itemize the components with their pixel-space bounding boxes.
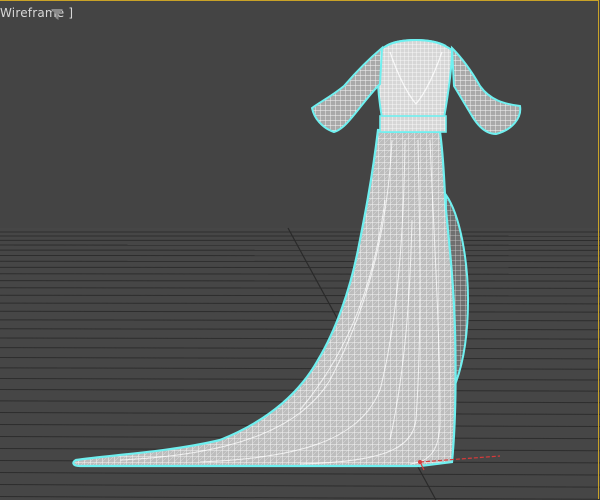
grid-line	[0, 280, 600, 282]
grid-line	[0, 287, 600, 289]
viewport-perspective[interactable]: Wireframe ]	[0, 0, 600, 500]
viewport-canvas[interactable]	[0, 0, 600, 500]
grid-line	[0, 294, 600, 297]
waist-band	[379, 115, 447, 133]
filter-icon[interactable]	[51, 9, 63, 20]
